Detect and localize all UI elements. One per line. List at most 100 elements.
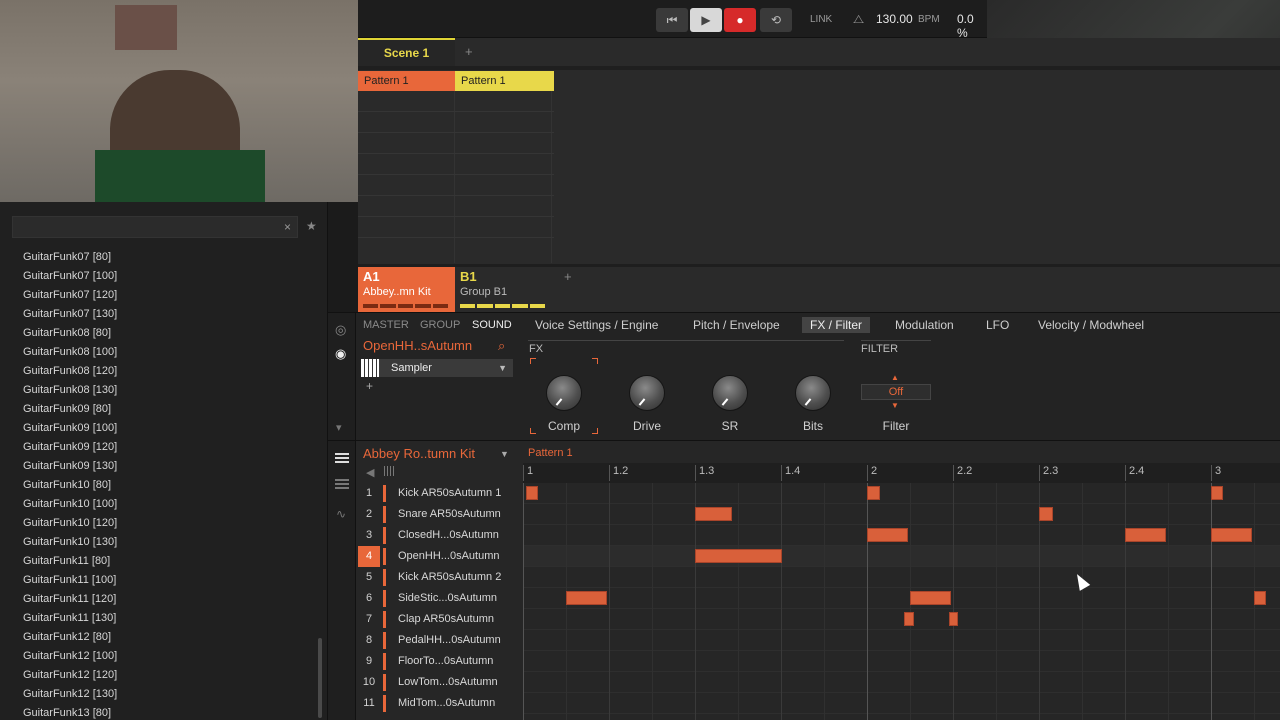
note[interactable] xyxy=(1254,591,1266,605)
plugin-icon[interactable]: ◉ xyxy=(335,346,346,362)
favorite-star-icon[interactable]: ★ xyxy=(306,219,317,233)
list-item[interactable]: GuitarFunk10 [120] xyxy=(0,514,318,533)
comp-label: Comp xyxy=(547,419,580,433)
note[interactable] xyxy=(904,612,914,626)
tab-master[interactable]: MASTER xyxy=(363,319,409,331)
note[interactable] xyxy=(566,591,607,605)
rewind-button[interactable]: ⏮ xyxy=(656,8,688,32)
list-item[interactable]: GuitarFunk10 [80] xyxy=(0,476,318,495)
add-plugin-button[interactable]: + xyxy=(366,379,373,393)
list-item[interactable]: GuitarFunk07 [130] xyxy=(0,305,318,324)
sound-name: PedalHH...0sAutumn xyxy=(398,634,501,646)
shirt xyxy=(95,150,265,202)
grid-icon[interactable] xyxy=(384,466,394,476)
tab-group[interactable]: GROUP xyxy=(420,319,460,331)
note[interactable] xyxy=(1039,507,1053,521)
list-item[interactable]: GuitarFunk12 [100] xyxy=(0,647,318,666)
ruler-tick: 2.2 xyxy=(953,465,972,481)
add-scene-button[interactable]: + xyxy=(465,44,473,59)
tab-fx-filter[interactable]: FX / Filter xyxy=(802,317,871,333)
list-item[interactable]: GuitarFunk11 [80] xyxy=(0,552,318,571)
list-item[interactable]: GuitarFunk13 [80] xyxy=(0,704,318,720)
list-item[interactable]: GuitarFunk10 [100] xyxy=(0,495,318,514)
note[interactable] xyxy=(867,528,908,542)
note[interactable] xyxy=(695,549,782,563)
tab-velocity-modwheel[interactable]: Velocity / Modwheel xyxy=(1038,317,1144,333)
note[interactable] xyxy=(695,507,732,521)
comp-knob[interactable] xyxy=(546,375,582,411)
note[interactable] xyxy=(910,591,951,605)
list-item[interactable]: GuitarFunk09 [130] xyxy=(0,457,318,476)
sr-knob[interactable] xyxy=(712,375,748,411)
list-item[interactable]: GuitarFunk08 [130] xyxy=(0,381,318,400)
search-icon[interactable]: ⌕ xyxy=(498,338,505,354)
filter-selector[interactable]: Off xyxy=(861,384,931,400)
filter-up-icon[interactable]: ▲ xyxy=(891,373,899,382)
channel-icon[interactable]: ◎ xyxy=(335,322,346,338)
ruler-tick: 2.3 xyxy=(1039,465,1058,481)
browser-scrollbar[interactable] xyxy=(318,638,322,718)
collapse-icon[interactable]: ▾ xyxy=(336,421,342,434)
clear-search-icon[interactable]: × xyxy=(284,220,291,234)
drive-knob[interactable] xyxy=(629,375,665,411)
list-item[interactable]: GuitarFunk09 [100] xyxy=(0,419,318,438)
list-view-icon[interactable] xyxy=(335,453,349,465)
keyboard-view-icon[interactable] xyxy=(335,479,349,491)
note[interactable] xyxy=(526,486,538,500)
bits-label: Bits xyxy=(802,419,823,433)
plugin-slot[interactable]: Sampler ▼ xyxy=(361,359,513,377)
note[interactable] xyxy=(1125,528,1166,542)
list-item[interactable]: GuitarFunk11 [130] xyxy=(0,609,318,628)
tab-pitch-envelope[interactable]: Pitch / Envelope xyxy=(693,317,780,333)
list-item[interactable]: GuitarFunk08 [100] xyxy=(0,343,318,362)
swing-value[interactable]: 0.0 % xyxy=(957,12,987,40)
tempo-value[interactable]: 130.00 xyxy=(876,12,913,26)
search-input[interactable]: × xyxy=(12,216,298,238)
list-item[interactable]: GuitarFunk12 [120] xyxy=(0,666,318,685)
add-group-button[interactable]: + xyxy=(564,269,572,284)
tab-voice-settings[interactable]: Voice Settings / Engine xyxy=(535,317,658,333)
sound-name[interactable]: OpenHH..sAutumn xyxy=(363,338,472,353)
sound-name: Kick AR50sAutumn 2 xyxy=(398,571,502,583)
list-item[interactable]: GuitarFunk10 [130] xyxy=(0,533,318,552)
list-item[interactable]: GuitarFunk08 [120] xyxy=(0,362,318,381)
tab-lfo[interactable]: LFO xyxy=(986,317,1009,333)
sr-label: SR xyxy=(721,419,739,433)
list-item[interactable]: GuitarFunk09 [120] xyxy=(0,438,318,457)
pattern-cell-a[interactable]: Pattern 1 xyxy=(358,71,455,91)
note[interactable] xyxy=(867,486,880,500)
tab-modulation[interactable]: Modulation xyxy=(895,317,954,333)
loop-button[interactable]: ⟲ xyxy=(760,8,792,32)
list-item[interactable]: GuitarFunk07 [120] xyxy=(0,286,318,305)
list-item[interactable]: GuitarFunk08 [80] xyxy=(0,324,318,343)
metronome-icon[interactable]: ⧍ xyxy=(853,12,864,27)
list-item[interactable]: GuitarFunk07 [100] xyxy=(0,267,318,286)
pattern-cell-b[interactable]: Pattern 1 xyxy=(455,71,554,91)
tab-sound[interactable]: SOUND xyxy=(472,319,512,331)
list-item[interactable]: GuitarFunk12 [80] xyxy=(0,628,318,647)
timeline-ruler[interactable]: 1 1.2 1.3 1.4 2 2.2 2.3 2.4 3 xyxy=(523,463,1280,483)
group-slot-a1[interactable]: A1 Abbey..mn Kit xyxy=(358,267,455,312)
group-slot-b1[interactable]: B1 Group B1 xyxy=(455,267,552,312)
list-item[interactable]: GuitarFunk11 [120] xyxy=(0,590,318,609)
waveform-icon[interactable]: ∿ xyxy=(336,507,346,521)
bits-knob[interactable] xyxy=(795,375,831,411)
mute-icon[interactable]: ◀ xyxy=(366,466,374,479)
kit-dropdown-icon[interactable]: ▼ xyxy=(500,449,509,459)
note[interactable] xyxy=(949,612,958,626)
list-item[interactable]: GuitarFunk09 [80] xyxy=(0,400,318,419)
control-area: ◎ ◉ ▾ MASTER GROUP SOUND OpenHH..sAutumn… xyxy=(328,312,1280,441)
kit-name[interactable]: Abbey Ro..tumn Kit xyxy=(363,446,475,461)
scene-tab[interactable]: Scene 1 xyxy=(358,38,455,66)
filter-down-icon[interactable]: ▼ xyxy=(891,401,899,410)
record-button[interactable]: ● xyxy=(724,8,756,32)
link-button[interactable]: LINK xyxy=(810,14,832,25)
play-button[interactable]: ▶ xyxy=(690,8,722,32)
list-item[interactable]: GuitarFunk11 [100] xyxy=(0,571,318,590)
note[interactable] xyxy=(1211,486,1223,500)
pattern-name[interactable]: Pattern 1 xyxy=(528,447,573,459)
note[interactable] xyxy=(1211,528,1252,542)
list-item[interactable]: GuitarFunk12 [130] xyxy=(0,685,318,704)
step-grid[interactable] xyxy=(523,483,1280,720)
list-item[interactable]: GuitarFunk07 [80] xyxy=(0,248,318,267)
